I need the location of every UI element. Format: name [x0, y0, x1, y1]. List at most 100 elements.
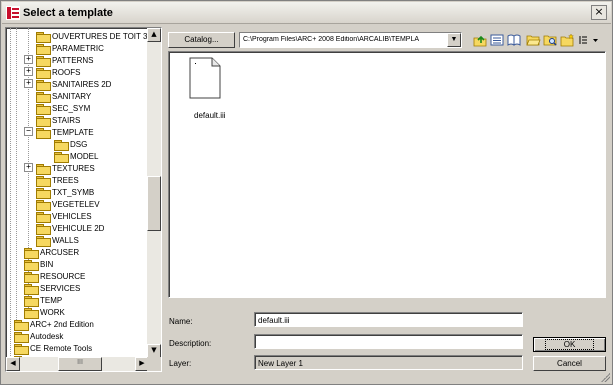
folder-icon	[14, 331, 29, 343]
tree-expander[interactable]: +	[24, 79, 33, 88]
folder-icon	[36, 91, 51, 103]
name-label: Name:	[169, 317, 193, 326]
title-bar[interactable]: Select a template ×	[2, 2, 611, 24]
hscroll-thumb[interactable]: III	[58, 357, 102, 371]
folder-icon	[36, 79, 51, 91]
tree-item-label: VEGETELEV	[52, 199, 100, 209]
tree-item[interactable]: WALLS	[36, 234, 79, 247]
view-menu-icon[interactable]	[578, 33, 600, 47]
tree-item[interactable]: OUVERTURES DE TOIT 3	[36, 30, 147, 43]
up-folder-icon[interactable]	[473, 33, 488, 47]
tree-item[interactable]: VEHICLES	[36, 210, 92, 223]
ok-label: OK	[544, 339, 595, 350]
folder-icon	[36, 235, 51, 247]
folder-open-icon[interactable]	[526, 33, 541, 47]
folder-tree-rows: OUVERTURES DE TOIT 3 PARAMETRIC + PATTERNS +…	[6, 28, 149, 358]
tree-item[interactable]: TREES	[36, 174, 79, 187]
tree-item[interactable]: SANITAIRES 2D	[36, 78, 111, 91]
description-label: Description:	[169, 339, 212, 348]
close-button[interactable]: ×	[591, 5, 607, 20]
ok-button[interactable]: OK	[533, 337, 606, 352]
folder-tree[interactable]: OUVERTURES DE TOIT 3 PARAMETRIC + PATTERNS +…	[5, 27, 162, 372]
tree-item[interactable]: STAIRS	[36, 114, 81, 127]
tree-item[interactable]: PATTERNS	[36, 54, 94, 67]
folder-icon	[24, 283, 39, 295]
tree-item-label: STAIRS	[52, 115, 81, 125]
folder-search-icon[interactable]	[543, 33, 558, 47]
folder-icon	[36, 199, 51, 211]
details-icon[interactable]	[490, 33, 505, 47]
scroll-up-button[interactable]: ▲	[147, 28, 161, 42]
tree-item-label: ARCUSER	[40, 247, 80, 257]
tree-expander[interactable]: +	[24, 67, 33, 76]
tree-item-label: PATTERNS	[52, 55, 94, 65]
tree-item-label: TREES	[52, 175, 79, 185]
tree-item[interactable]: TXT_SYMB	[36, 186, 95, 199]
tree-item[interactable]: VEHICULE 2D	[36, 222, 105, 235]
tree-item-label: WORK	[40, 307, 65, 317]
tree-item[interactable]: SERVICES	[24, 282, 80, 295]
tree-expander[interactable]: +	[24, 55, 33, 64]
folder-icon	[36, 115, 51, 127]
book-icon[interactable]	[507, 33, 522, 47]
tree-item[interactable]: SEC_SYM	[36, 102, 90, 115]
tree-item[interactable]: PARAMETRIC	[36, 42, 104, 55]
tree-item[interactable]: RESOURCE	[24, 270, 86, 283]
tree-item-label: ARC+ 2nd Edition	[30, 319, 94, 329]
tree-guide-line	[16, 28, 17, 328]
folder-icon	[36, 175, 51, 187]
arcplus-app-icon	[6, 6, 20, 20]
folder-open-icon	[54, 151, 69, 163]
cancel-button[interactable]: Cancel	[533, 356, 606, 371]
tree-item[interactable]: SANITARY	[36, 90, 91, 103]
tree-item[interactable]: TEXTURES	[36, 162, 95, 175]
dialog-title: Select a template	[23, 7, 113, 19]
tree-item-label: TXT_SYMB	[52, 187, 95, 197]
tree-item[interactable]: WORK	[24, 306, 65, 319]
folder-icon	[36, 67, 51, 79]
folder-icon	[24, 307, 39, 319]
tree-item[interactable]: ARC+ 2nd Edition	[14, 318, 94, 331]
tree-item[interactable]: TEMP	[24, 294, 62, 307]
tree-horizontal-scrollbar[interactable]: ◀ III ▶	[6, 357, 149, 371]
name-field[interactable]: default.iii	[254, 312, 523, 327]
tree-item-label: DSG	[70, 139, 88, 149]
tree-item[interactable]: ROOFS	[36, 66, 81, 79]
resize-grip[interactable]	[600, 372, 610, 382]
tree-item-label: RESOURCE	[40, 271, 86, 281]
chevron-down-icon[interactable]: ▼	[447, 33, 461, 47]
file-item[interactable]: default.iii	[186, 57, 234, 122]
scroll-left-button[interactable]: ◀	[6, 357, 20, 371]
file-list-view[interactable]: default.iii	[168, 51, 606, 298]
path-dropdown[interactable]: C:\Program Files\ARC+ 2008 Edition\ARCAL…	[239, 32, 462, 48]
folder-icon	[36, 55, 51, 67]
tree-item[interactable]: MODEL	[54, 150, 98, 163]
folder-icon	[14, 319, 29, 331]
folder-icon	[36, 211, 51, 223]
tree-item-label: VEHICULE 2D	[52, 223, 105, 233]
tree-expander[interactable]: +	[24, 163, 33, 172]
tree-item[interactable]: Autodesk	[14, 330, 63, 343]
tree-item[interactable]: CE Remote Tools	[14, 342, 92, 355]
folder-icon	[36, 103, 51, 115]
tree-item-label: ROOFS	[52, 67, 81, 77]
path-value: C:\Program Files\ARC+ 2008 Edition\ARCAL…	[243, 36, 420, 43]
description-field[interactable]	[254, 334, 523, 349]
tree-item-label: TEMPLATE	[52, 127, 94, 137]
tree-vertical-scrollbar[interactable]: ▲ ▼	[147, 28, 161, 358]
tree-item[interactable]: BIN	[24, 258, 53, 271]
tree-item[interactable]: ARCUSER	[24, 246, 80, 259]
tree-item[interactable]: DSG	[54, 138, 88, 151]
folder-icon	[14, 343, 29, 355]
catalog-button[interactable]: Catalog...	[168, 32, 235, 48]
new-folder-icon[interactable]	[560, 33, 575, 47]
scroll-thumb[interactable]	[147, 176, 161, 231]
tree-expander[interactable]: −	[24, 127, 33, 136]
tree-item[interactable]: TEMPLATE	[36, 126, 94, 139]
scroll-down-button[interactable]: ▼	[147, 344, 161, 358]
tree-item-label: WALLS	[52, 235, 79, 245]
tree-item-label: VEHICLES	[52, 211, 92, 221]
folder-icon	[36, 223, 51, 235]
tree-item[interactable]: VEGETELEV	[36, 198, 100, 211]
close-icon: ×	[594, 5, 604, 18]
